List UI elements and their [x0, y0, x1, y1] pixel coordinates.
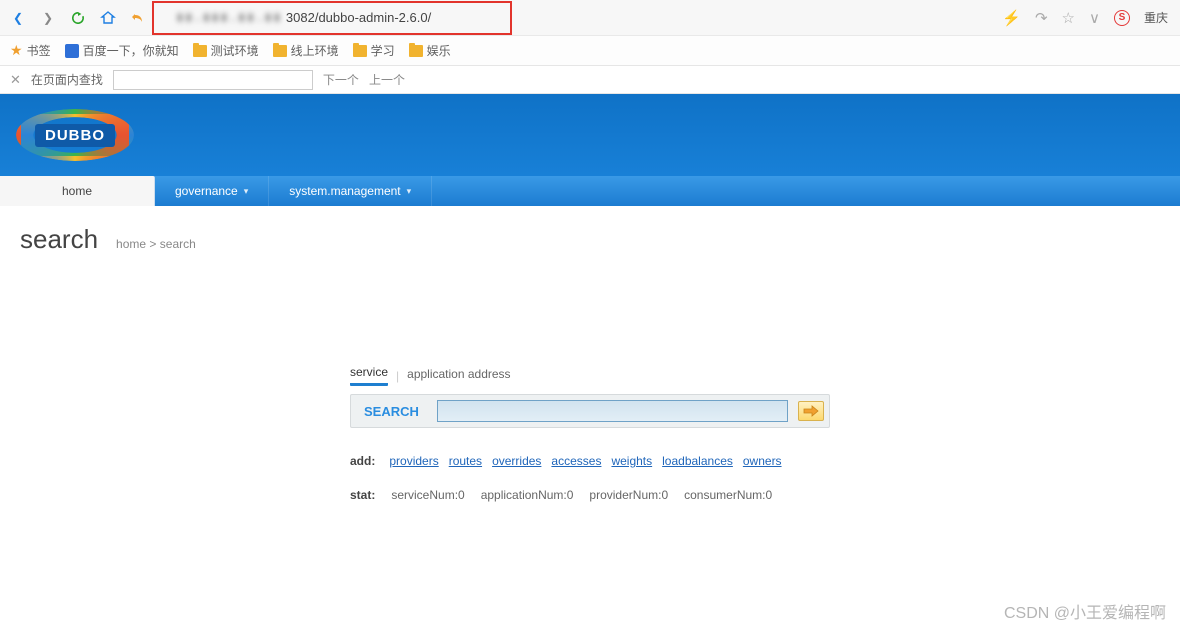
add-link-routes[interactable]: routes	[449, 454, 482, 468]
add-link-loadbalances[interactable]: loadbalances	[662, 454, 733, 468]
breadcrumb-home[interactable]: home	[116, 237, 146, 251]
add-label: add:	[350, 454, 375, 468]
add-link-overrides[interactable]: overrides	[492, 454, 541, 468]
add-link-owners[interactable]: owners	[743, 454, 782, 468]
bookmark-folder-1[interactable]: 线上环境	[273, 42, 339, 59]
close-icon[interactable]: ✕	[10, 72, 21, 88]
add-link-accesses[interactable]: accesses	[551, 454, 601, 468]
page-body: search home > search service | applicati…	[0, 206, 1180, 520]
url-obscured: ▮▮.▮▮▮.▮▮.▮▮	[176, 10, 282, 25]
chevron-down-icon: ▾	[407, 186, 412, 197]
main-nav: home governance ▾ system.management ▾	[0, 176, 1180, 206]
nav-sysmgmt-label: system.management	[289, 184, 400, 198]
favorite-icon[interactable]: ☆	[1062, 9, 1075, 27]
folder-icon	[409, 45, 423, 57]
region-label: 重庆	[1144, 9, 1168, 26]
bookmark-folder-label: 线上环境	[291, 42, 339, 59]
folder-icon	[193, 45, 207, 57]
tab-application-address[interactable]: application address	[407, 367, 510, 385]
share-icon[interactable]: ↷	[1035, 9, 1048, 27]
stat-servicenum: serviceNum:0	[391, 488, 464, 502]
forward-button[interactable]: ❯	[38, 8, 58, 28]
baidu-icon	[65, 44, 79, 58]
add-link-weights[interactable]: weights	[611, 454, 652, 468]
browser-toolbar: ❮ ❯ ▮▮.▮▮▮.▮▮.▮▮ 3082/dubbo-admin-2.6.0/…	[0, 0, 1180, 36]
arrow-right-icon	[803, 405, 819, 417]
stat-label: stat:	[350, 488, 375, 502]
find-prev-button[interactable]: 上一个	[369, 71, 405, 88]
folder-icon	[273, 45, 287, 57]
bookmark-baidu-label: 百度一下，你就知	[83, 42, 179, 59]
nav-governance-label: governance	[175, 184, 238, 198]
app-header: DUBBO	[0, 94, 1180, 176]
nav-home[interactable]: home	[0, 176, 155, 206]
watermark: CSDN @小王爱编程啊	[1004, 599, 1166, 623]
bookmark-folder-label: 测试环境	[211, 42, 259, 59]
home-icon[interactable]	[98, 8, 118, 28]
reload-button[interactable]	[68, 8, 88, 28]
find-input[interactable]	[113, 70, 313, 90]
search-input[interactable]	[437, 400, 788, 422]
stat-row: stat: serviceNum:0 applicationNum:0 prov…	[350, 488, 830, 502]
tab-separator: |	[396, 369, 399, 383]
stat-providernum: providerNum:0	[589, 488, 668, 502]
nav-governance[interactable]: governance ▾	[155, 176, 269, 206]
sogou-icon[interactable]: S	[1114, 10, 1130, 26]
search-panel: service | application address SEARCH add…	[350, 365, 830, 502]
address-bar[interactable]: ▮▮.▮▮▮.▮▮.▮▮ 3082/dubbo-admin-2.6.0/	[168, 6, 708, 30]
bookmark-folder-2[interactable]: 学习	[353, 42, 395, 59]
nav-home-label: home	[62, 184, 92, 198]
breadcrumb-sep: >	[149, 237, 156, 251]
breadcrumb: home > search	[116, 237, 196, 251]
bookmarks-label: 书签	[27, 42, 51, 59]
bookmark-folder-label: 学习	[371, 42, 395, 59]
bookmark-folder-0[interactable]: 测试环境	[193, 42, 259, 59]
search-tabs: service | application address	[350, 365, 830, 386]
stat-consumernum: consumerNum:0	[684, 488, 772, 502]
search-box-row: SEARCH	[350, 394, 830, 428]
find-next-button[interactable]: 下一个	[323, 71, 359, 88]
chevron-down-icon[interactable]: ∨	[1089, 9, 1100, 27]
stat-applicationnum: applicationNum:0	[481, 488, 574, 502]
bookmark-folder-3[interactable]: 娱乐	[409, 42, 451, 59]
bookmark-bar: ★ 书签 百度一下，你就知 测试环境 线上环境 学习 娱乐	[0, 36, 1180, 66]
bookmark-folder-label: 娱乐	[427, 42, 451, 59]
tab-service[interactable]: service	[350, 365, 388, 386]
star-icon: ★	[10, 42, 23, 59]
find-label: 在页面内查找	[31, 71, 103, 88]
page-title-row: search home > search	[20, 224, 1160, 255]
chevron-down-icon: ▾	[244, 186, 249, 197]
add-link-providers[interactable]: providers	[389, 454, 438, 468]
page-title: search	[20, 224, 98, 255]
back-button[interactable]: ❮	[8, 8, 28, 28]
flash-icon[interactable]: ⚡	[1002, 9, 1021, 27]
search-label: SEARCH	[356, 404, 427, 419]
nav-system-management[interactable]: system.management ▾	[269, 176, 432, 206]
folder-icon	[353, 45, 367, 57]
bookmark-baidu[interactable]: 百度一下，你就知	[65, 42, 179, 59]
url-visible: 3082/dubbo-admin-2.6.0/	[286, 10, 431, 25]
logo-text: DUBBO	[35, 124, 115, 147]
breadcrumb-current: search	[160, 237, 196, 251]
undo-button[interactable]	[128, 8, 148, 28]
search-go-button[interactable]	[798, 401, 824, 421]
address-bar-wrap: ▮▮.▮▮▮.▮▮.▮▮ 3082/dubbo-admin-2.6.0/	[168, 6, 992, 30]
dubbo-logo[interactable]: DUBBO	[10, 105, 140, 165]
add-row: add: providers routes overrides accesses…	[350, 454, 830, 468]
find-in-page-bar: ✕ 在页面内查找 下一个 上一个	[0, 66, 1180, 94]
bookmarks-root[interactable]: ★ 书签	[10, 42, 51, 59]
toolbar-right: ⚡ ↷ ☆ ∨ S 重庆	[1002, 9, 1168, 27]
